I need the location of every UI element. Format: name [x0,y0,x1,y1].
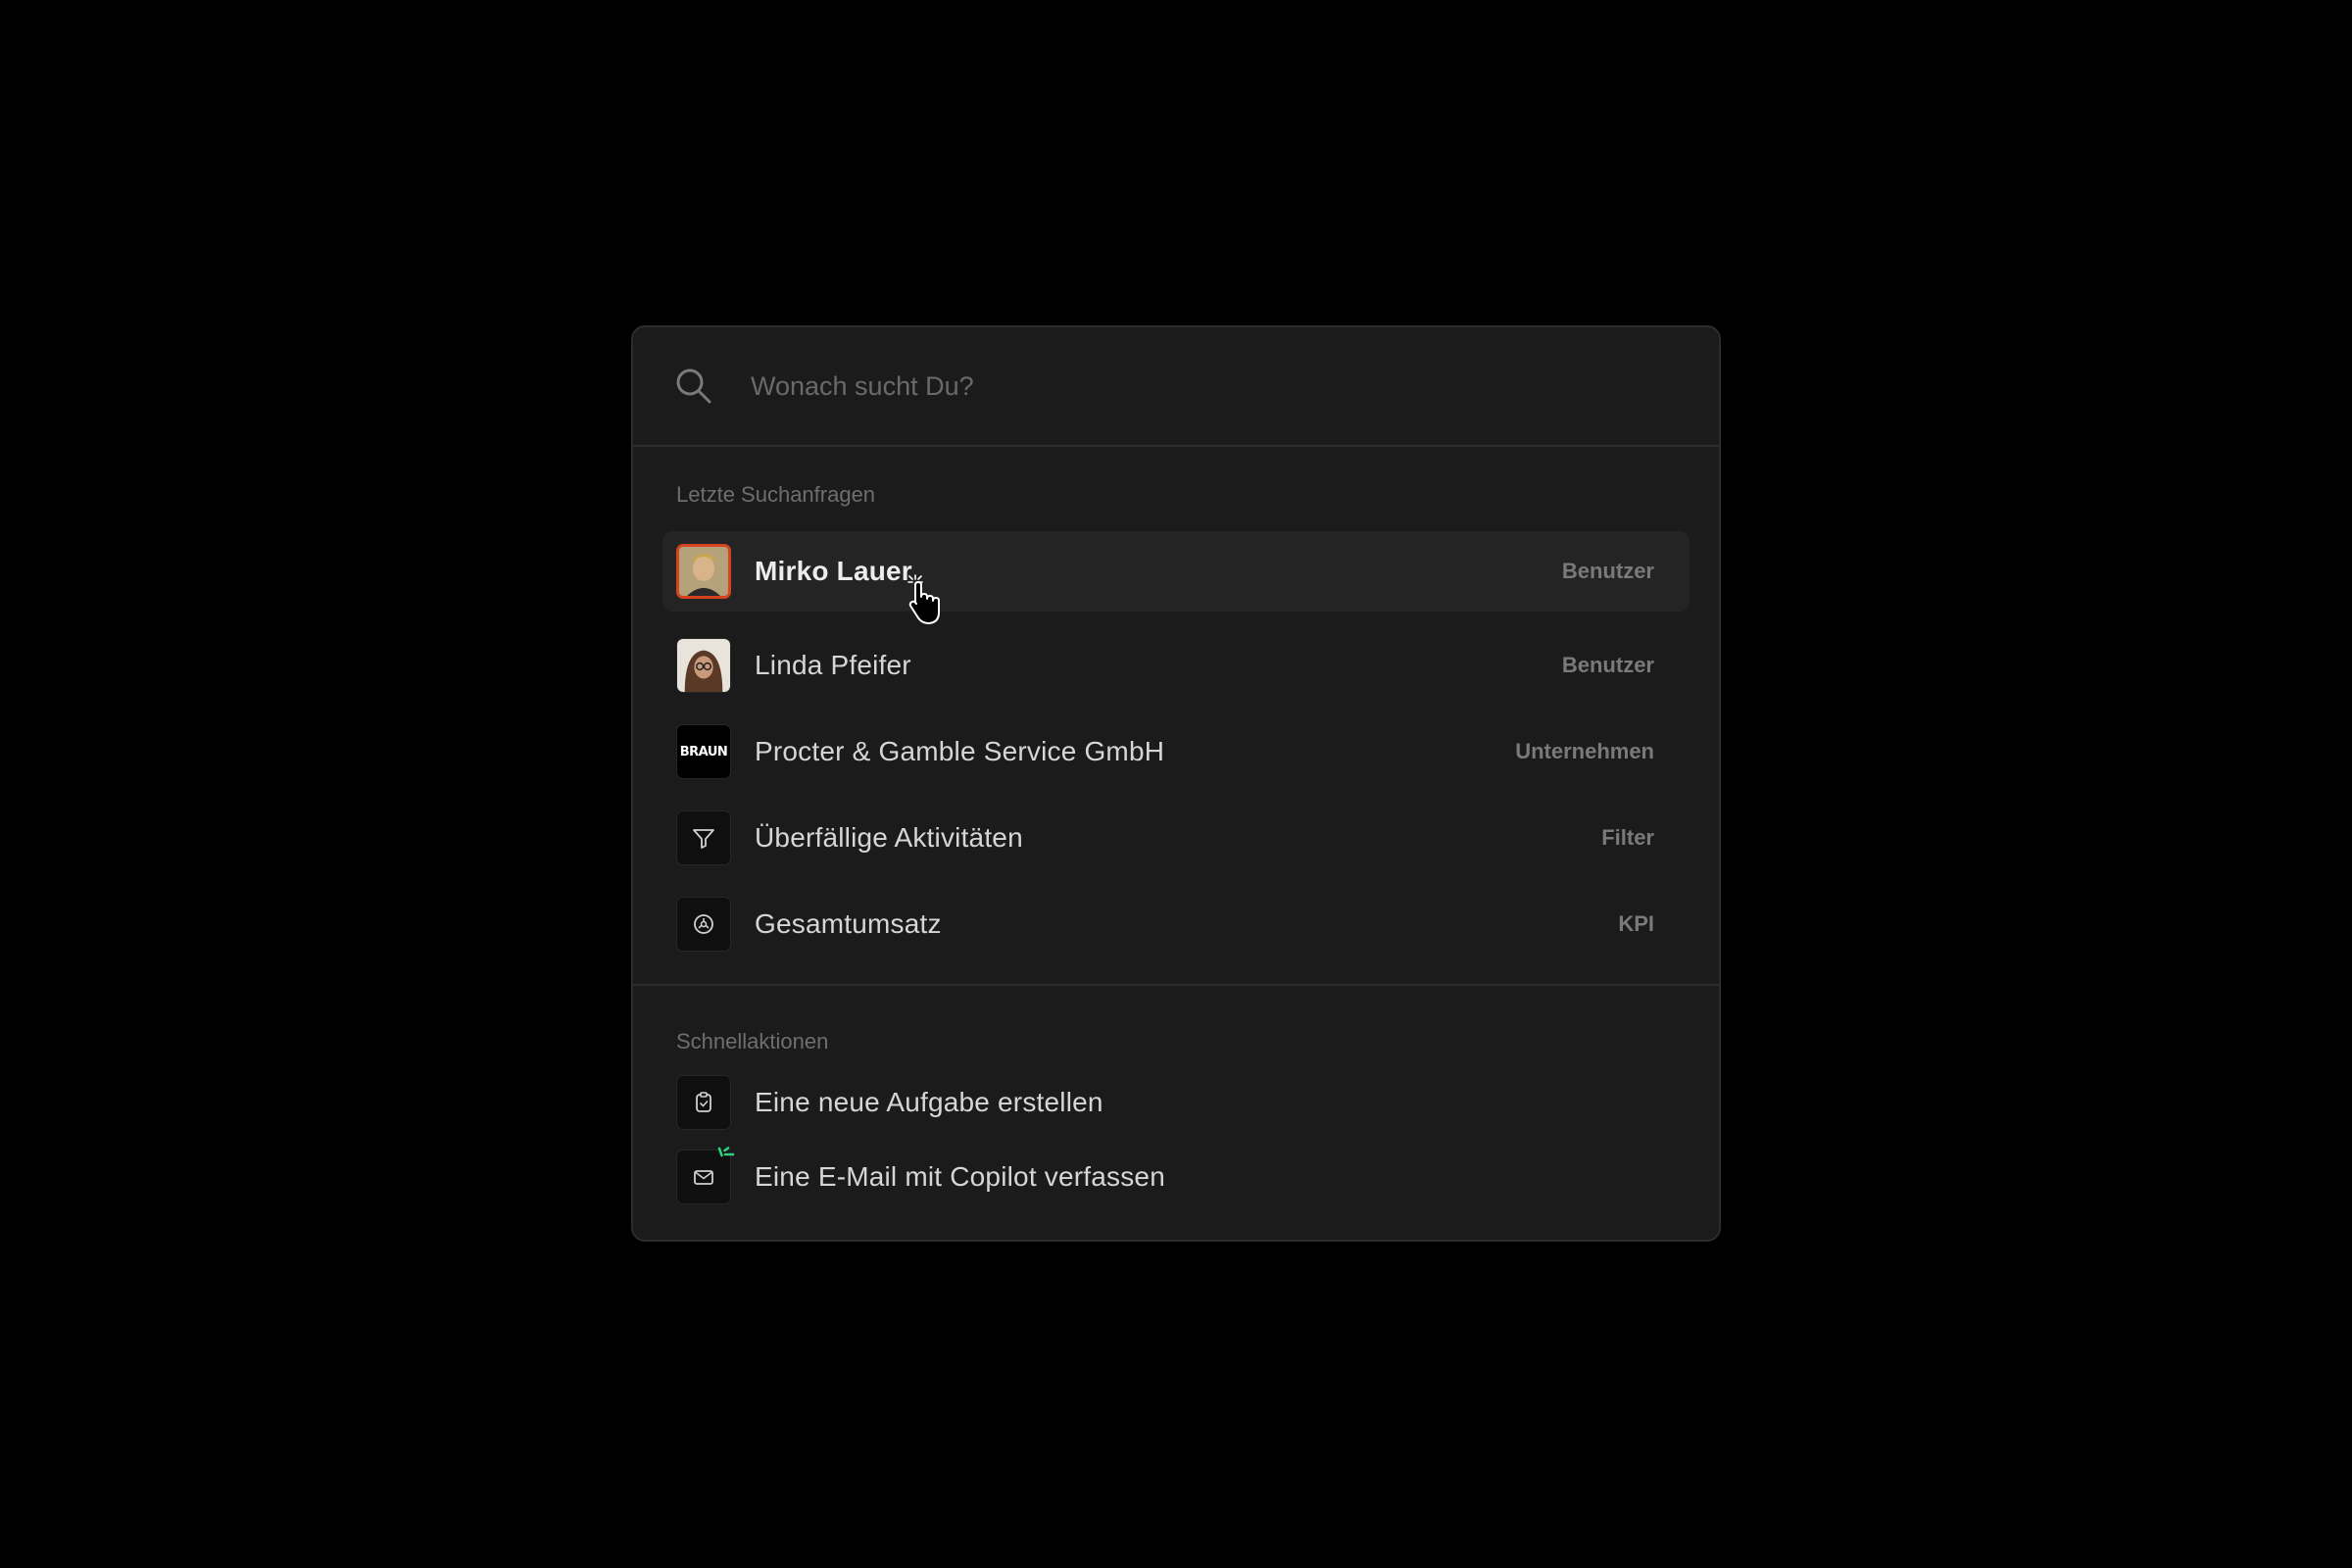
row-type: KPI [1618,911,1654,936]
command-palette: Letzte Suchanfragen Mirko Lauer Benutzer [631,325,1721,1242]
filter-icon [676,810,731,865]
row-type: Benutzer [1561,653,1654,677]
search-bar[interactable] [633,327,1719,447]
company-logo-text: BRAUN [679,744,728,760]
search-icon [674,367,713,406]
avatar [676,638,731,693]
recent-item-total-revenue[interactable]: Gesamtumsatz KPI [662,884,1690,964]
copilot-sparkle-icon [717,1147,735,1157]
row-label: Gesamtumsatz [755,908,942,939]
quick-action-copilot-email[interactable]: Eine E-Mail mit Copilot verfassen [662,1143,1690,1211]
row-type: Unternehmen [1515,739,1654,763]
row-label: Eine neue Aufgabe erstellen [755,1087,1103,1117]
row-label: Eine E-Mail mit Copilot verfassen [755,1161,1165,1192]
row-type: Benutzer [1561,559,1654,583]
section-title-recent: Letzte Suchanfragen [676,482,876,507]
row-label: Überfällige Aktivitäten [755,822,1023,853]
row-label: Procter & Gamble Service GmbH [755,736,1165,766]
recent-item-overdue-activities[interactable]: Überfällige Aktivitäten Filter [662,798,1690,878]
row-label: Mirko Lauer [755,556,912,586]
company-logo: BRAUN [676,724,731,779]
clipboard-icon [676,1075,731,1130]
quick-action-new-task[interactable]: Eine neue Aufgabe erstellen [662,1068,1690,1137]
recent-searches-section: Letzte Suchanfragen Mirko Lauer Benutzer [633,447,1719,986]
row-type: Filter [1601,825,1654,850]
row-label: Linda Pfeifer [755,650,911,680]
recent-item-mirko-lauer[interactable]: Mirko Lauer Benutzer [662,531,1690,612]
search-input[interactable] [751,370,1633,402]
avatar [676,544,731,599]
recent-item-procter-gamble[interactable]: BRAUN Procter & Gamble Service GmbH Unte… [662,711,1690,792]
hand-cursor-icon [907,574,940,624]
kpi-gauge-icon [676,897,731,952]
section-title-quick: Schnellaktionen [676,1029,829,1054]
recent-item-linda-pfeifer[interactable]: Linda Pfeifer Benutzer [662,625,1690,706]
